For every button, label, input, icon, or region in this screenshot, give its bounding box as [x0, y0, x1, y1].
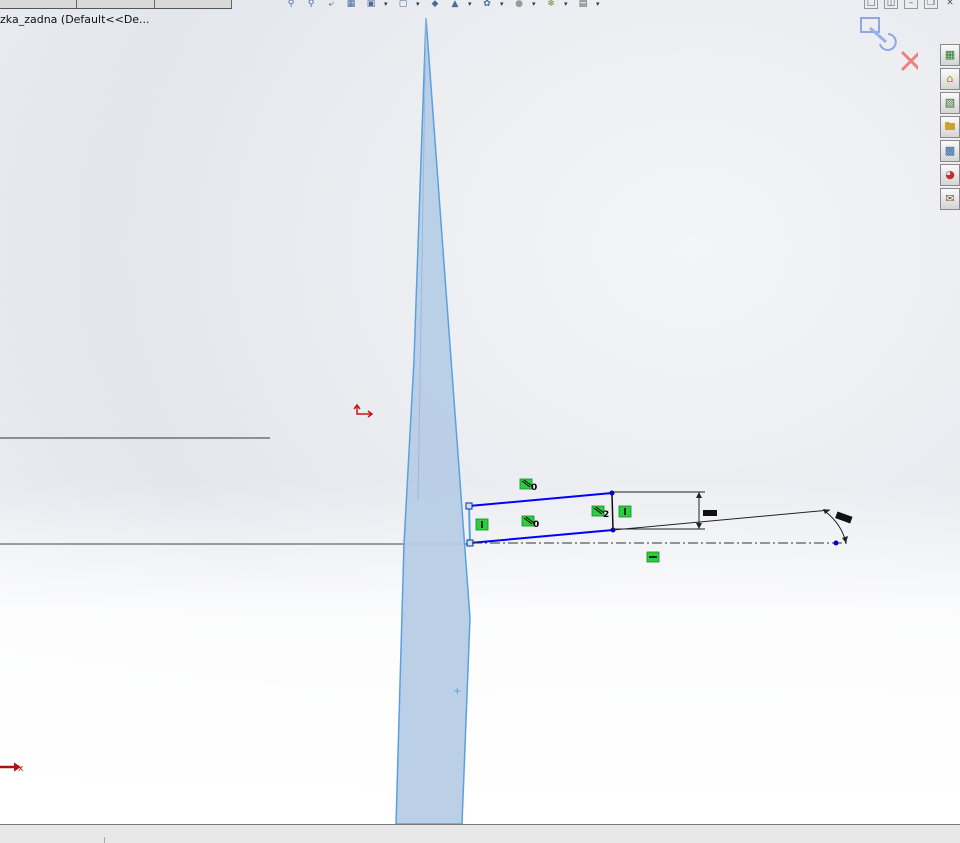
sketch-origin-icon: [353, 403, 374, 418]
sketch-line-bottom[interactable]: [469, 529, 614, 544]
tab-1[interactable]: [0, 0, 78, 8]
custom-properties-icon[interactable]: ✉: [940, 188, 960, 210]
section-view-icon[interactable]: ▦: [344, 0, 358, 9]
angular-dimension[interactable]: [612, 509, 853, 544]
relation-horizontal[interactable]: [646, 551, 660, 563]
zoom-to-fit-icon[interactable]: ⚲: [284, 0, 298, 9]
hide-show-items-icon[interactable]: ◆: [428, 0, 442, 9]
part-origin-icon: x: [0, 762, 24, 774]
display-pane-dropdown-icon[interactable]: ▾: [564, 0, 570, 9]
previous-view-icon[interactable]: ⤶: [324, 0, 338, 9]
monitor-icon[interactable]: ▤: [576, 0, 590, 9]
relation-parallel-2[interactable]: 0: [521, 515, 539, 530]
sketch-line-right[interactable]: [611, 492, 614, 531]
part-center-mark: +: [453, 686, 461, 697]
file-explorer-icon[interactable]: 🖿: [940, 116, 960, 138]
design-library-icon[interactable]: ▧: [940, 92, 960, 114]
restore-icon[interactable]: □: [864, 0, 878, 9]
edit-appearance-dropdown-icon[interactable]: ▾: [468, 0, 474, 9]
tab-2[interactable]: [77, 0, 155, 8]
document-title: zka_zadna (Default<<De...: [0, 13, 150, 26]
maximize-icon[interactable]: ❐: [924, 0, 938, 9]
apply-scene-icon[interactable]: ✿: [480, 0, 494, 9]
sketch-point[interactable]: [609, 490, 615, 496]
centerline-endpoint[interactable]: [833, 540, 839, 546]
cancel-icon[interactable]: [900, 50, 922, 72]
exit-sketch-icon[interactable]: [860, 17, 897, 51]
view-settings-icon[interactable]: ●: [512, 0, 526, 9]
home-icon[interactable]: ⌂: [940, 68, 960, 90]
close-icon[interactable]: ✕: [944, 0, 956, 8]
zoom-to-area-icon[interactable]: ⚲: [304, 0, 318, 9]
relation-parallel-3[interactable]: 2: [591, 505, 609, 520]
part-body[interactable]: [395, 17, 471, 824]
view-settings-dropdown-icon[interactable]: ▾: [532, 0, 538, 9]
apply-scene-dropdown-icon[interactable]: ▾: [500, 0, 506, 9]
sketch-line-top[interactable]: [468, 492, 613, 507]
relation-label: 0: [531, 483, 537, 493]
document-tab-strip[interactable]: [0, 0, 232, 9]
relation-label: 2: [603, 510, 609, 520]
edit-appearance-icon[interactable]: ▲: [448, 0, 462, 9]
tab-3[interactable]: [155, 0, 232, 8]
relation-vertical-1[interactable]: [475, 518, 489, 531]
sketch-profile[interactable]: [465, 490, 616, 547]
sketch-point[interactable]: [465, 502, 473, 510]
svg-text:x: x: [18, 764, 24, 774]
confirmation-corner: [858, 14, 922, 74]
tile-icon[interactable]: ◫: [884, 0, 898, 9]
status-bar: [0, 824, 960, 843]
display-pane-icon[interactable]: ❄: [544, 0, 558, 9]
display-style-dropdown-icon[interactable]: ▾: [416, 0, 422, 9]
minimize-icon[interactable]: –: [904, 0, 918, 9]
status-bar-divider: [104, 837, 105, 843]
sketch-canvas: + x 0 0 2: [0, 17, 853, 824]
appearances-scenes-icon[interactable]: ◕: [940, 164, 960, 186]
view-palette-icon[interactable]: ▩: [940, 140, 960, 162]
sketch-line-left[interactable]: [468, 505, 471, 544]
display-style-icon[interactable]: ▢: [396, 0, 410, 9]
view-orientation-dropdown-icon[interactable]: ▾: [384, 0, 390, 9]
relation-vertical-2[interactable]: [618, 505, 632, 518]
heads-up-view-toolbar: ⚲ ⚲ ⤶ ▦ ▣ ▾ ▢ ▾ ◆ ▲ ▾ ✿ ▾ ● ▾ ❄ ▾ ▤ ▾: [284, 0, 602, 12]
view-orientation-icon[interactable]: ▣: [364, 0, 378, 9]
monitor-dropdown-icon[interactable]: ▾: [596, 0, 602, 9]
relation-label: 0: [533, 520, 539, 530]
solidworks-resources-icon[interactable]: ▦: [940, 44, 960, 66]
task-pane-tabs: ▦ ⌂ ▧ 🖿 ▩ ◕ ✉: [940, 44, 960, 210]
window-controls: □ ◫ – ❐ ✕: [864, 0, 956, 9]
relation-parallel-1[interactable]: 0: [519, 478, 537, 493]
